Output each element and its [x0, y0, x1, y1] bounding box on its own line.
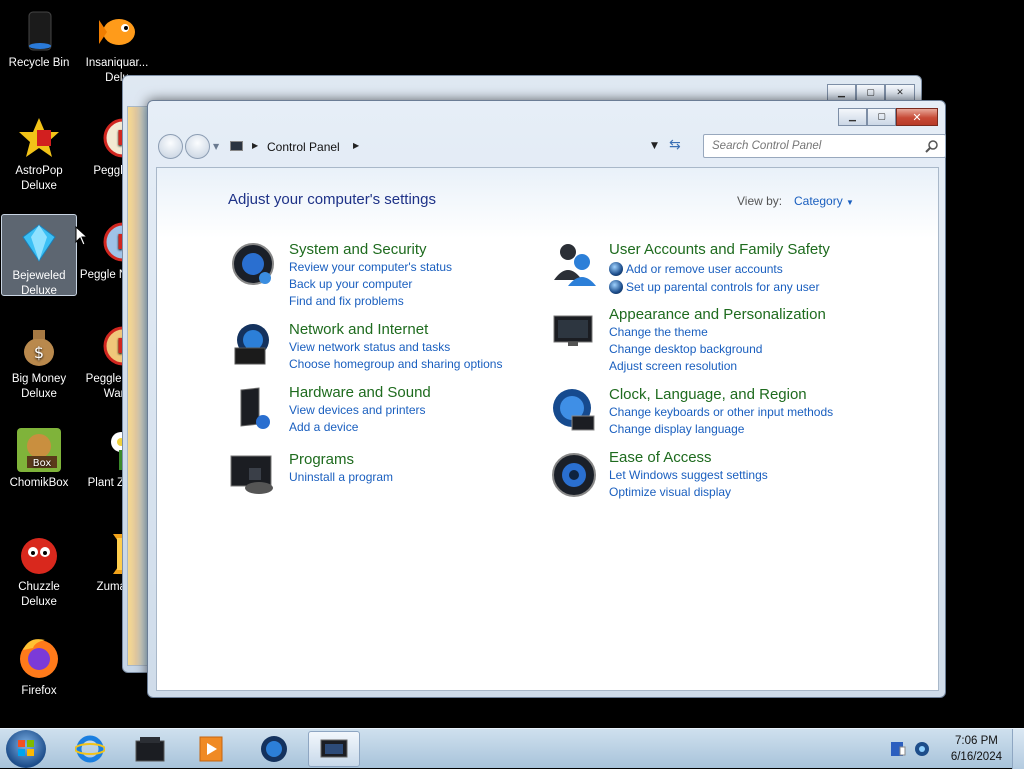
refresh-icon[interactable]: ⇆: [669, 137, 681, 153]
chomikbox-icon: Box: [15, 426, 63, 474]
taskbar-network[interactable]: [248, 731, 300, 767]
screen-resolution-link[interactable]: Adjust screen resolution: [609, 359, 938, 376]
desktop-icon-big-money[interactable]: $ Big Money Deluxe: [1, 318, 77, 402]
address-bar-row: ▼ ▶ Control Panel ▶ ▼ ⇆: [156, 131, 946, 161]
add-remove-accounts-link[interactable]: Add or remove user accounts: [609, 260, 938, 278]
close-button[interactable]: ✕: [896, 108, 938, 126]
parental-controls-link[interactable]: Set up parental controls for any user: [609, 278, 938, 296]
svg-text:$: $: [34, 343, 44, 362]
change-keyboards-link[interactable]: Change keyboards or other input methods: [609, 405, 938, 422]
taskbar-libraries[interactable]: [124, 731, 176, 767]
show-desktop-button[interactable]: [1012, 729, 1024, 769]
folder-icon: [135, 737, 165, 762]
view-by-label: View by:: [737, 194, 783, 208]
control-panel-window[interactable]: ▁ ▢ ✕ ▼ ▶ Control Panel ▶ ▼ ⇆ Search Con…: [147, 100, 946, 698]
parental-controls-text: Set up parental controls for any user: [626, 280, 820, 294]
desktop-icon-astropop[interactable]: AstroPop Deluxe: [1, 110, 77, 194]
control-panel-icon: [320, 739, 348, 758]
hardware-sound-icon[interactable]: [229, 384, 277, 432]
optimize-visual-link[interactable]: Optimize visual display: [609, 485, 938, 502]
desktop-icon-recycle-bin[interactable]: Recycle Bin: [1, 2, 77, 71]
homegroup-sharing-link[interactable]: Choose homegroup and sharing options: [289, 357, 609, 374]
breadcrumb-chevron-icon[interactable]: ▶: [353, 141, 359, 150]
chuzzle-icon: [15, 530, 63, 578]
taskbar-internet-explorer[interactable]: [64, 731, 116, 767]
add-remove-accounts-text: Add or remove user accounts: [626, 262, 783, 276]
system-clock[interactable]: 7:06 PM 6/16/2024: [951, 733, 1002, 765]
page-heading: Adjust your computer's settings: [228, 191, 436, 208]
clock-language-title-link[interactable]: Clock, Language, and Region: [609, 386, 938, 405]
category-clock-language: Clock, Language, and Region Change keybo…: [609, 386, 938, 439]
view-by-chevron-down-icon: ▼: [846, 198, 854, 207]
user-accounts-icon[interactable]: [550, 240, 598, 288]
suggest-settings-link[interactable]: Let Windows suggest settings: [609, 468, 938, 485]
view-by-dropdown[interactable]: Category ▼: [794, 194, 854, 208]
appearance-title-link[interactable]: Appearance and Personalization: [609, 306, 938, 325]
taskbar: 7:06 PM 6/16/2024: [0, 728, 1024, 769]
minimize-button[interactable]: ▁: [838, 108, 867, 126]
desktop-background-link[interactable]: Change desktop background: [609, 342, 938, 359]
search-input[interactable]: [712, 138, 917, 154]
internet-explorer-icon: [75, 735, 105, 763]
tray-action-center-icon[interactable]: [890, 741, 906, 761]
bejeweled-icon: [15, 219, 63, 267]
search-icon[interactable]: [925, 138, 939, 157]
background-window-strip: [127, 106, 149, 666]
recycle-bin-icon: [15, 6, 63, 54]
recent-pages-dropdown-icon[interactable]: ▼: [213, 142, 219, 151]
start-button[interactable]: [6, 730, 46, 768]
search-box[interactable]: [703, 134, 946, 158]
clock-time: 7:06 PM: [955, 735, 998, 747]
ease-of-access-icon[interactable]: [550, 451, 598, 499]
programs-icon[interactable]: [229, 450, 277, 498]
display-language-link[interactable]: Change display language: [609, 422, 938, 439]
forward-button[interactable]: [185, 134, 210, 159]
desktop-icon-chomikbox[interactable]: Box ChomikBox: [1, 422, 77, 491]
system-security-icon[interactable]: [229, 240, 277, 288]
content-pane: Adjust your computer's settings View by:…: [156, 167, 939, 691]
clock-language-icon[interactable]: [550, 386, 598, 434]
breadcrumb-control-panel[interactable]: Control Panel: [267, 140, 340, 154]
astropop-icon: [15, 114, 63, 162]
category-appearance: Appearance and Personalization Change th…: [609, 306, 938, 376]
globe-icon: [261, 736, 287, 762]
svg-text:Box: Box: [33, 458, 52, 469]
appearance-icon[interactable]: [550, 310, 598, 358]
breadcrumb-arrow-icon[interactable]: ▶: [252, 141, 258, 150]
change-theme-link[interactable]: Change the theme: [609, 325, 938, 342]
ease-of-access-title-link[interactable]: Ease of Access: [609, 449, 938, 468]
maximize-button[interactable]: ▢: [867, 108, 896, 126]
network-internet-icon[interactable]: [229, 320, 277, 368]
taskbar-media-player[interactable]: [186, 731, 238, 767]
category-user-accounts: User Accounts and Family Safety Add or r…: [609, 241, 938, 296]
uac-shield-icon: [609, 262, 623, 276]
mouse-cursor-icon: [75, 225, 89, 250]
desktop-icon-chuzzle[interactable]: Chuzzle Deluxe: [1, 526, 77, 610]
firefox-icon: [15, 634, 63, 682]
desktop-icon-insaniquarium[interactable]: Insaniquar... Delu: [79, 2, 155, 86]
desktop-icon-firefox[interactable]: Firefox: [1, 630, 77, 699]
desktop: Recycle Bin AstroPop Deluxe Bejeweled De…: [0, 0, 1024, 728]
control-panel-small-icon: [230, 141, 243, 151]
window-caption-buttons: ▁ ▢ ✕: [838, 108, 938, 126]
desktop-icon-bejeweled[interactable]: Bejeweled Deluxe: [1, 214, 77, 297]
address-dropdown-icon[interactable]: ▼: [651, 141, 658, 151]
back-button[interactable]: [158, 134, 183, 159]
address-box[interactable]: ▶ Control Panel ▶: [228, 133, 663, 159]
find-fix-problems-link[interactable]: Find and fix problems: [289, 294, 609, 311]
category-ease-of-access: Ease of Access Let Windows suggest setti…: [609, 449, 938, 502]
user-accounts-title-link[interactable]: User Accounts and Family Safety: [609, 241, 938, 260]
clock-date: 6/16/2024: [950, 751, 1002, 763]
media-player-icon: [199, 736, 223, 762]
money-bag-icon: $: [15, 322, 63, 370]
goldfish-icon: [93, 6, 141, 54]
tray-network-icon[interactable]: [914, 741, 930, 761]
view-by-value: Category: [794, 194, 843, 208]
taskbar-control-panel[interactable]: [308, 731, 360, 767]
uac-shield-icon: [609, 280, 623, 294]
